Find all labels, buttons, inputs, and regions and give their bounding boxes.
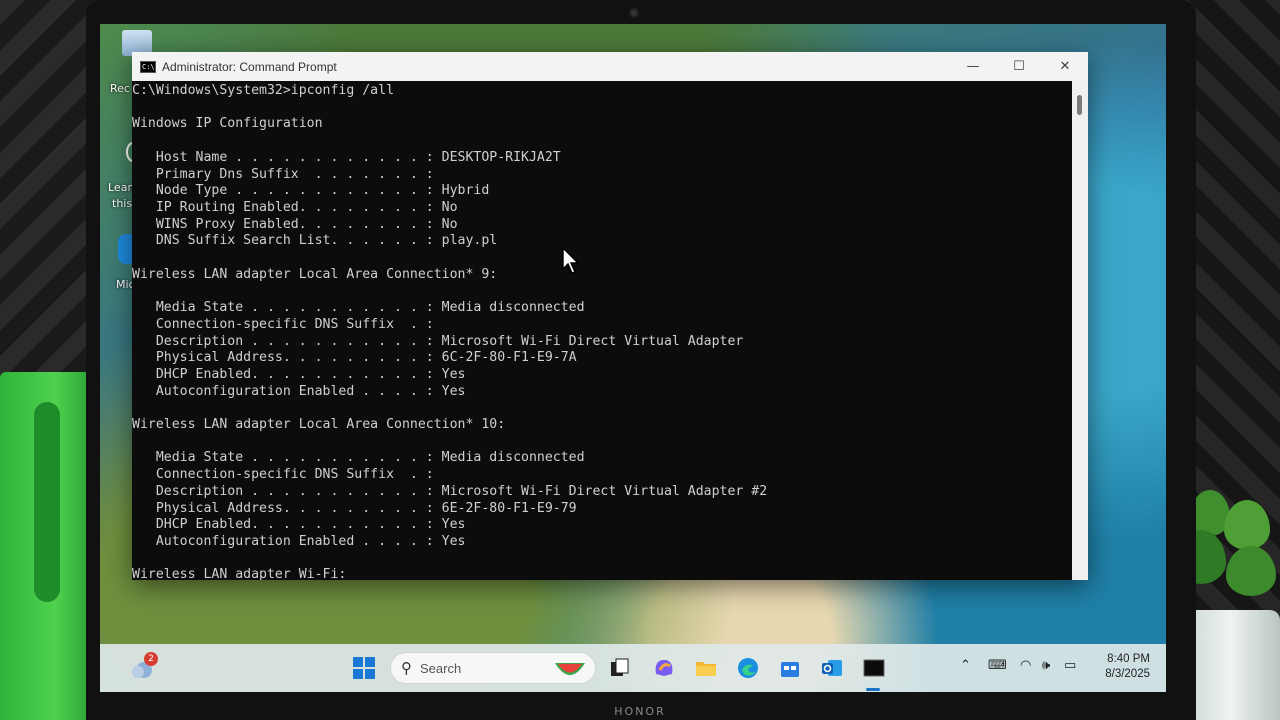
console-line: C:\Windows\System32>ipconfig /all xyxy=(132,83,395,98)
console-scrollbar[interactable] xyxy=(1072,81,1088,580)
console-line: Media State . . . . . . . . . . . : Medi… xyxy=(132,300,585,316)
battery-icon[interactable]: ▭ xyxy=(1064,658,1076,673)
keyboard-icon[interactable]: ⌨ xyxy=(988,658,1007,673)
search-highlight-icon xyxy=(555,663,585,675)
wifi-icon[interactable]: ◠ xyxy=(1020,658,1031,673)
plant-leaf xyxy=(1224,500,1270,550)
console-line: Autoconfiguration Enabled . . . . : Yes xyxy=(132,383,466,399)
console-line: Physical Address. . . . . . . . . : 6C-2… xyxy=(132,350,577,366)
console-line: Node Type . . . . . . . . . . . . : Hybr… xyxy=(132,183,490,199)
console-line: WINS Proxy Enabled. . . . . . . . : No xyxy=(132,216,458,232)
minimize-button[interactable]: — xyxy=(950,52,996,81)
green-stand-slot xyxy=(34,402,60,602)
taskbar-search-box[interactable]: ⚲ Search xyxy=(390,652,596,684)
plant-leaf xyxy=(1226,546,1276,596)
store-icon[interactable] xyxy=(778,656,802,680)
copilot-icon[interactable] xyxy=(652,656,676,680)
console-line: DNS Suffix Search List. . . . . . : play… xyxy=(132,233,498,249)
console-line: Connection-specific DNS Suffix . : xyxy=(132,316,434,332)
console-line: Primary Dns Suffix . . . . . . . : xyxy=(132,166,434,182)
chevron-up-icon[interactable]: ⌃ xyxy=(960,658,971,673)
console-line: IP Routing Enabled. . . . . . . . : No xyxy=(132,199,458,215)
window-titlebar[interactable]: C:\ Administrator: Command Prompt — ☐ ✕ xyxy=(132,52,1088,81)
desktop-icon-label: Rec xyxy=(110,82,130,95)
desktop-icon-label: this xyxy=(112,197,133,210)
desktop-screen: Rec Learn this Mic C:\ Administrator: Co… xyxy=(100,24,1166,692)
maximize-button[interactable]: ☐ xyxy=(996,52,1042,81)
taskbar: 2 ⚲ Search ⌃ ⌨ ◠ 🕪 ▭ 8:40 PM 8/3/2025 xyxy=(100,644,1166,692)
console-line: Host Name . . . . . . . . . . . . : DESK… xyxy=(132,149,561,165)
console-line: Description . . . . . . . . . . . : Micr… xyxy=(132,483,768,499)
task-view-icon[interactable] xyxy=(608,656,632,680)
command-prompt-window[interactable]: C:\ Administrator: Command Prompt — ☐ ✕ … xyxy=(132,52,1088,580)
terminal-icon[interactable] xyxy=(862,656,886,680)
green-stand xyxy=(0,372,92,720)
console-line: DHCP Enabled. . . . . . . . . . . : Yes xyxy=(132,366,466,382)
edge-icon[interactable] xyxy=(736,656,760,680)
mouse-pointer-icon xyxy=(562,247,580,274)
scrollbar-thumb[interactable] xyxy=(1077,95,1082,115)
console-line: Wireless LAN adapter Local Area Connecti… xyxy=(132,417,506,433)
cmd-app-icon: C:\ xyxy=(140,60,156,73)
speaker-icon[interactable]: 🕪 xyxy=(1042,658,1050,673)
console-line: Physical Address. . . . . . . . . : 6E-2… xyxy=(132,500,577,516)
console-line: Connection-specific DNS Suffix . : xyxy=(132,467,434,483)
system-clock[interactable]: 8:40 PM 8/3/2025 xyxy=(1105,652,1150,682)
console-output[interactable]: C:\Windows\System32>ipconfig /all Window… xyxy=(132,81,1072,580)
console-line: Windows IP Configuration xyxy=(132,116,323,132)
console-line: Media State . . . . . . . . . . . : Medi… xyxy=(132,450,585,466)
search-icon: ⚲ xyxy=(401,659,412,677)
windows-start-icon[interactable] xyxy=(352,656,376,680)
running-app-indicator xyxy=(866,688,880,691)
laptop-brand: HONOR xyxy=(614,705,666,718)
outlook-icon[interactable] xyxy=(820,656,844,680)
webcam xyxy=(629,8,639,18)
clock-date: 8/3/2025 xyxy=(1105,668,1150,680)
clock-time: 8:40 PM xyxy=(1107,653,1150,665)
weather-notification-badge: 2 xyxy=(144,652,158,666)
search-placeholder: Search xyxy=(420,660,462,676)
console-line: Autoconfiguration Enabled . . . . : Yes xyxy=(132,533,466,549)
window-title: Administrator: Command Prompt xyxy=(162,59,337,74)
console-line: Wireless LAN adapter Wi-Fi: xyxy=(132,567,347,580)
file-explorer-icon[interactable] xyxy=(694,656,718,680)
console-line: Wireless LAN adapter Local Area Connecti… xyxy=(132,266,498,282)
close-button[interactable]: ✕ xyxy=(1042,52,1088,81)
console-line: Description . . . . . . . . . . . : Micr… xyxy=(132,333,744,349)
console-line: DHCP Enabled. . . . . . . . . . . : Yes xyxy=(132,517,466,533)
